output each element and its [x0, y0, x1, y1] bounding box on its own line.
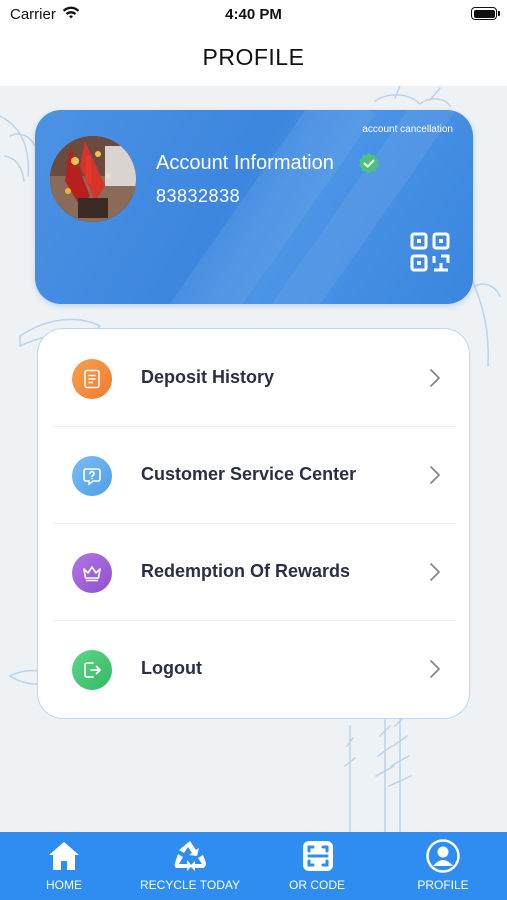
- support-chat-icon: [72, 456, 112, 496]
- tab-label: OR CODE: [288, 878, 345, 892]
- verified-badge-icon: [357, 152, 381, 181]
- chevron-right-icon: [429, 659, 441, 684]
- battery-icon: [471, 7, 500, 20]
- menu-item-label: Deposit History: [141, 367, 275, 387]
- menu-item-redemption-of-rewards[interactable]: Redemption Of Rewards: [38, 523, 471, 620]
- profile-menu: Deposit History Customer Service Center …: [37, 328, 470, 719]
- tab-home[interactable]: HOME: [24, 832, 104, 900]
- tab-label: HOME: [46, 878, 82, 892]
- logout-icon: [72, 650, 112, 690]
- tab-recycle-today[interactable]: RECYCLE TODAY: [140, 832, 240, 900]
- menu-item-deposit-history[interactable]: Deposit History: [38, 329, 471, 426]
- avatar[interactable]: [50, 136, 136, 222]
- profile-icon: [425, 838, 461, 879]
- chevron-right-icon: [429, 562, 441, 587]
- account-number: 83832838: [156, 186, 241, 206]
- navigation-bar: PROFILE: [0, 30, 507, 86]
- menu-item-label: Logout: [141, 658, 202, 678]
- crown-icon: [72, 553, 112, 593]
- clock: 4:40 PM: [225, 6, 282, 23]
- menu-item-label: Redemption Of Rewards: [141, 561, 351, 581]
- status-bar: Carrier 4:40 PM: [0, 0, 507, 30]
- chevron-right-icon: [429, 368, 441, 393]
- recycle-icon: [173, 838, 207, 877]
- tab-label: PROFILE: [417, 878, 469, 892]
- menu-item-customer-service-center[interactable]: Customer Service Center: [38, 426, 471, 523]
- menu-item-label: Customer Service Center: [141, 464, 357, 484]
- tab-profile[interactable]: PROFILE: [403, 832, 483, 900]
- menu-item-logout[interactable]: Logout: [38, 620, 471, 717]
- account-information-title: Account Information: [156, 152, 334, 174]
- document-icon: [72, 359, 112, 399]
- account-card[interactable]: account cancellation Account Information…: [35, 110, 473, 304]
- account-cancellation-link[interactable]: account cancellation: [362, 124, 453, 135]
- tab-bar: HOME RECYCLE TODAY OR CODE PROFILE: [0, 832, 507, 900]
- qr-code-icon[interactable]: [410, 232, 450, 277]
- chevron-right-icon: [429, 465, 441, 490]
- scan-code-icon: [300, 838, 336, 879]
- tab-label: RECYCLE TODAY: [139, 878, 241, 892]
- tab-qr-code[interactable]: OR CODE: [277, 832, 357, 900]
- page-title: PROFILE: [202, 44, 305, 70]
- home-icon: [46, 838, 82, 879]
